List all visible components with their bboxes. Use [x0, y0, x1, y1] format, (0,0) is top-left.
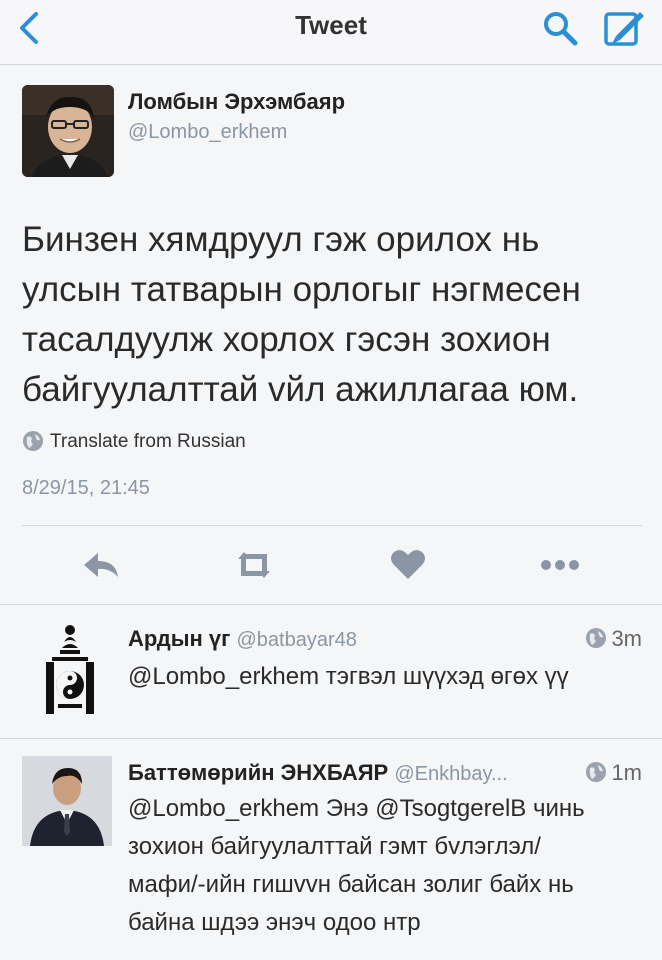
reply-time: 1m: [611, 760, 642, 785]
tweet-text-line: байгуулалттай vйл ажиллагаа юм.: [22, 370, 579, 409]
avatar[interactable]: [22, 756, 112, 846]
globe-icon: [22, 430, 44, 452]
reply-author-name: Ардын үг: [128, 626, 231, 651]
tweet-text-line: Бинзен хямдруул гэж орилох нь: [22, 220, 540, 259]
author-handle[interactable]: @Lombo_erkhem: [128, 121, 287, 144]
reply-tweet[interactable]: Ардын үг @batbayar48 3m @Lombo_erkhem тэ…: [0, 606, 662, 736]
reply-text-line: байна шдээ энэч одоо нтр: [128, 909, 421, 936]
more-icon[interactable]: [538, 547, 582, 583]
reply-author-handle: @batbayar48: [236, 629, 357, 651]
reply-time: 3m: [611, 626, 642, 651]
reply-author[interactable]: Ардын үг @batbayar48: [128, 626, 357, 652]
reply-text-line: @Lombo_erkhem тэгвэл шүүхэд өгөх үү: [128, 663, 569, 690]
reply-text-line: мафи/-ийн гишvvн байсан золиг байх нь: [128, 871, 574, 898]
globe-icon: [586, 762, 607, 782]
tweet-timestamp: 8/29/15, 21:45: [22, 477, 150, 499]
avatar[interactable]: [22, 85, 114, 177]
globe-icon: [586, 628, 607, 648]
divider: [0, 738, 662, 739]
reply-text: @Lombo_erkhem Энэ @TsogtgerelB чинь зохи…: [128, 790, 648, 942]
reply-meta: 1m: [585, 760, 642, 786]
reply-tweet[interactable]: Баттөмөрийн ЭНХБАЯР @Enkhbay... 1m @Lomb…: [0, 740, 662, 960]
reply-text-line: зохион байгуулалттай гэмт бvлэглэл/: [128, 833, 541, 860]
reply-author-name: Баттөмөрийн ЭНХБАЯР: [128, 760, 389, 785]
nav-bar: Tweet: [0, 0, 662, 65]
search-icon[interactable]: [540, 8, 580, 48]
divider: [0, 604, 662, 605]
reply-text-line: @Lombo_erkhem Энэ @TsogtgerelB чинь: [128, 795, 585, 822]
avatar[interactable]: [22, 620, 118, 716]
reply-author-handle: @Enkhbay...: [394, 763, 508, 785]
translate-label: Translate from Russian: [50, 431, 246, 452]
author-name[interactable]: Ломбын Эрхэмбаяр: [128, 89, 345, 115]
tweet-text: Бинзен хямдруул гэж орилох нь улсын татв…: [22, 215, 642, 415]
reply-text: @Lombo_erkhem тэгвэл шүүхэд өгөх үү: [128, 658, 648, 696]
reply-author[interactable]: Баттөмөрийн ЭНХБАЯР @Enkhbay...: [128, 760, 508, 786]
tweet-text-line: тасалдуулж хорлох гэсэн зохион: [22, 320, 551, 359]
divider: [22, 525, 642, 526]
compose-icon[interactable]: [602, 6, 646, 50]
tweet-text-line: улсын татварын орлогыг нэгмесен: [22, 270, 581, 309]
like-icon[interactable]: [386, 547, 430, 583]
tweet-actions: [0, 535, 662, 595]
main-tweet: Ломбын Эрхэмбаяр @Lombo_erkhem Бинзен хя…: [0, 65, 662, 605]
reply-meta: 3m: [585, 626, 642, 652]
retweet-icon[interactable]: [232, 547, 276, 583]
reply-icon[interactable]: [80, 547, 124, 583]
